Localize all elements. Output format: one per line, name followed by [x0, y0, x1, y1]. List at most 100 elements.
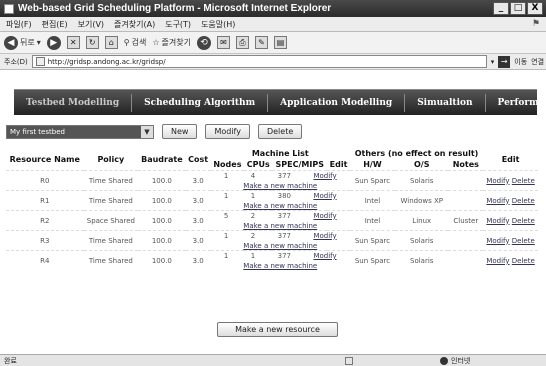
col-policy: Policy — [97, 154, 125, 164]
chevron-down-icon: ▼ — [144, 127, 150, 136]
back-button[interactable]: ◀ 뒤로 ▾ — [4, 35, 41, 50]
menu-favorites[interactable]: 즐겨찾기(A) — [114, 19, 155, 30]
address-dropdown-icon[interactable]: ▾ — [491, 58, 495, 66]
maximize-button[interactable]: □ — [510, 2, 526, 15]
baudrate-cell: 100.0 — [138, 230, 186, 251]
mail-icon[interactable]: ✉ — [216, 36, 230, 49]
machine-entry: 1 1 380 Modify — [213, 192, 348, 200]
make-new-machine-link[interactable]: Make a new machine — [213, 242, 348, 250]
search-button[interactable]: ⚲ 검색 — [124, 37, 147, 48]
links-label[interactable]: 연결 — [531, 57, 544, 67]
resource-modify-link[interactable]: Modify — [486, 177, 509, 185]
modify-button[interactable]: Modify — [205, 124, 250, 139]
make-new-resource-button[interactable]: Make a new resource — [217, 322, 338, 337]
table-row: R3 Time Shared 100.0 3.0 1 2 377 Modify Make a n… — [6, 230, 538, 251]
resource-delete-link[interactable]: Delete — [512, 177, 535, 185]
machine-spec: 380 — [277, 191, 292, 200]
machine-spec: 377 — [277, 211, 292, 220]
nav-scheduling-algorithm[interactable]: Scheduling Algorithm — [132, 93, 269, 112]
col-resource-name: Resource Name — [9, 154, 80, 164]
policy-cell: Space Shared — [83, 210, 139, 231]
resource-delete-link[interactable]: Delete — [512, 217, 535, 225]
hw-cell: Sun Sparc — [349, 250, 396, 271]
resource-modify-link[interactable]: Modify — [486, 257, 509, 265]
machine-cpus: 1 — [250, 191, 256, 200]
hw-cell: Sun Sparc — [349, 230, 396, 251]
machine-modify-link[interactable]: Modify — [313, 232, 336, 240]
resource-delete-link[interactable]: Delete — [512, 257, 535, 265]
resource-delete-link[interactable]: Delete — [512, 197, 535, 205]
make-new-machine-link[interactable]: Make a new machine — [213, 182, 348, 190]
menu-tools[interactable]: 도구(T) — [165, 19, 191, 30]
col-others: Others (no effect on result) — [354, 149, 479, 158]
print-icon[interactable]: ⎙ — [235, 36, 249, 49]
resource-name-cell: R2 — [6, 210, 84, 231]
nav-application-modelling[interactable]: Application Modelling — [268, 93, 406, 112]
notes-cell — [448, 230, 484, 251]
minimize-button[interactable]: _ — [493, 2, 509, 15]
go-button[interactable]: 이동 — [514, 57, 527, 67]
resource-delete-link[interactable]: Delete — [512, 237, 535, 245]
menu-edit[interactable]: 편집(E) — [42, 19, 68, 30]
testbed-select[interactable]: My first testbed ▼ — [6, 124, 154, 139]
machine-spec: 377 — [277, 231, 292, 240]
machine-entry: 1 1 377 Modify — [213, 252, 348, 260]
machine-nodes: 1 — [223, 191, 229, 200]
machine-modify-link[interactable]: Modify — [313, 192, 336, 200]
col-os: O/S — [413, 160, 430, 169]
machine-list-cell: 1 1 377 Modify Make a new machine — [210, 250, 350, 271]
delete-button[interactable]: Delete — [257, 124, 303, 139]
col-nodes: Nodes — [213, 160, 242, 169]
machine-nodes: 5 — [223, 211, 229, 220]
policy-cell: Time Shared — [83, 230, 139, 251]
menu-view[interactable]: 보기(V) — [78, 19, 104, 30]
nav-testbed-modelling[interactable]: Testbed Modelling — [14, 93, 133, 112]
window-buttons: _ □ X — [493, 2, 543, 15]
menu-help[interactable]: 도움말(H) — [201, 19, 235, 30]
resource-name-cell: R3 — [6, 230, 84, 251]
refresh-icon[interactable]: ↻ — [85, 36, 99, 49]
history-icon[interactable]: ⟲ — [196, 35, 211, 50]
machine-cpus: 1 — [250, 251, 256, 260]
home-icon[interactable]: ⌂ — [104, 36, 118, 49]
col-baudrate: Baudrate — [141, 154, 183, 164]
resource-edit-cell: Modify Delete — [483, 210, 538, 231]
resource-modify-link[interactable]: Modify — [486, 217, 509, 225]
discuss-icon[interactable]: ▤ — [273, 36, 287, 49]
testbed-select-value: My first testbed — [7, 125, 141, 138]
machine-modify-link[interactable]: Modify — [313, 172, 336, 180]
cost-cell: 3.0 — [185, 230, 211, 251]
machine-modify-link[interactable]: Modify — [313, 252, 336, 260]
forward-button[interactable]: ▶ — [46, 35, 61, 50]
new-button[interactable]: New — [162, 124, 198, 139]
go-arrow-icon[interactable]: → — [498, 55, 511, 68]
nav-simulation[interactable]: Simualtion — [405, 93, 486, 112]
testbed-controls: My first testbed ▼ New Modify Delete — [6, 124, 303, 139]
make-new-machine-link[interactable]: Make a new machine — [213, 262, 348, 270]
edit-page-icon[interactable]: ✎ — [254, 36, 268, 49]
address-input[interactable]: http://gridsp.andong.ac.kr/gridsp/ — [31, 55, 487, 68]
machine-entry: 5 2 377 Modify — [213, 212, 348, 220]
favorites-button[interactable]: ☆ 즐겨찾기 — [152, 37, 191, 48]
machine-modify-link[interactable]: Modify — [313, 212, 336, 220]
star-icon: ☆ — [152, 38, 160, 47]
make-new-machine-link[interactable]: Make a new machine — [213, 202, 348, 210]
close-button[interactable]: X — [527, 2, 543, 15]
stop-icon[interactable]: ✕ — [66, 36, 80, 49]
resource-modify-link[interactable]: Modify — [486, 197, 509, 205]
nav-performance[interactable]: Performance — [486, 94, 546, 112]
menu-file[interactable]: 파일(F) — [6, 19, 32, 30]
os-cell: Windows XP — [395, 190, 449, 211]
os-cell: Linux — [395, 210, 449, 231]
resource-edit-cell: Modify Delete — [483, 190, 538, 211]
baudrate-cell: 100.0 — [138, 170, 186, 191]
col-edit-resource: Edit — [501, 154, 520, 164]
status-text: 완료 — [4, 356, 17, 365]
page-icon — [35, 57, 45, 66]
make-new-machine-link[interactable]: Make a new machine — [213, 222, 348, 230]
resource-modify-link[interactable]: Modify — [486, 237, 509, 245]
machine-nodes: 1 — [223, 171, 229, 180]
machine-cpus: 4 — [250, 171, 256, 180]
table-row: R1 Time Shared 100.0 3.0 1 1 380 Modify Make a n… — [6, 190, 538, 211]
col-notes: Notes — [452, 160, 479, 169]
